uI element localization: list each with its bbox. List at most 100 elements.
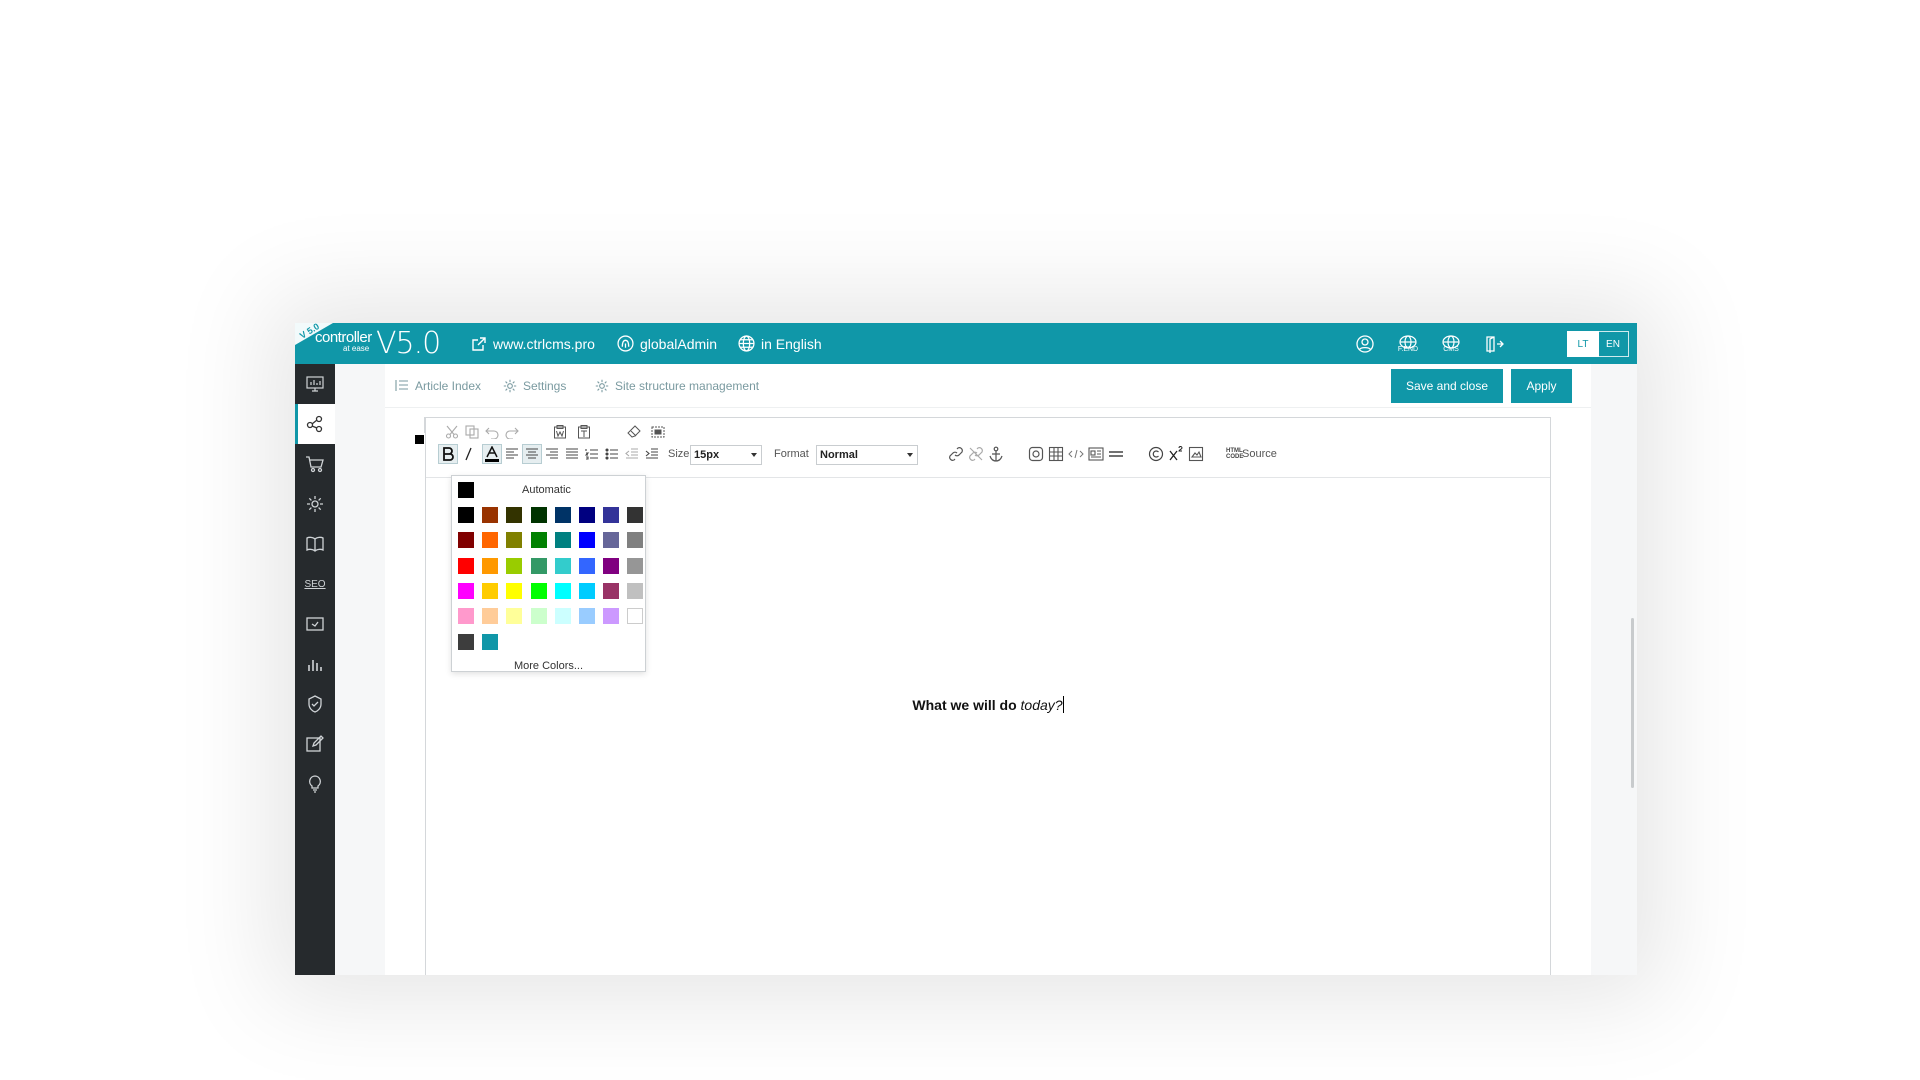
- site-link[interactable]: www.ctrlcms.pro: [471, 323, 595, 364]
- color-swatch[interactable]: [554, 507, 571, 523]
- color-swatch[interactable]: [458, 633, 474, 650]
- align-center-button[interactable]: [522, 444, 542, 464]
- italic-button[interactable]: [458, 444, 478, 464]
- sidebar-item-dashboard[interactable]: [295, 364, 335, 404]
- color-swatch[interactable]: [627, 608, 644, 625]
- unlink-button[interactable]: [966, 444, 986, 464]
- color-swatch[interactable]: [530, 507, 547, 523]
- color-swatch[interactable]: [482, 557, 499, 574]
- copy-button[interactable]: [462, 422, 482, 442]
- color-swatch[interactable]: [458, 557, 474, 574]
- color-swatch[interactable]: [603, 557, 620, 574]
- user-link[interactable]: globalAdmin: [617, 323, 717, 364]
- more-colors-link[interactable]: More Colors...: [452, 660, 645, 672]
- undo-button[interactable]: [482, 422, 502, 442]
- editor-drag-handle[interactable]: [415, 435, 424, 444]
- frontend-button[interactable]: F.END: [1395, 331, 1421, 357]
- color-swatch[interactable]: [554, 582, 571, 599]
- select-all-button[interactable]: [648, 422, 668, 442]
- sidebar-item-library[interactable]: [295, 524, 335, 564]
- color-swatch[interactable]: [627, 532, 644, 549]
- link-button[interactable]: [946, 444, 966, 464]
- color-swatch[interactable]: [579, 557, 595, 574]
- bold-button[interactable]: [438, 444, 458, 464]
- color-swatch[interactable]: [458, 507, 474, 523]
- sidebar-item-newsletter[interactable]: [295, 604, 335, 644]
- justify-button[interactable]: [562, 444, 582, 464]
- color-swatch[interactable]: [627, 557, 644, 574]
- text-color-button[interactable]: [482, 444, 502, 464]
- sidebar-item-editor[interactable]: [295, 724, 335, 764]
- sidebar-item-statistics[interactable]: [295, 644, 335, 684]
- sidebar-item-ideas[interactable]: [295, 764, 335, 804]
- color-swatch[interactable]: [530, 557, 547, 574]
- image-button[interactable]: [1026, 444, 1046, 464]
- color-swatch[interactable]: [458, 582, 474, 599]
- color-swatch[interactable]: [506, 532, 523, 549]
- color-swatch[interactable]: [603, 608, 620, 625]
- redo-button[interactable]: [502, 422, 522, 442]
- sidebar-item-settings[interactable]: [295, 484, 335, 524]
- color-swatch[interactable]: [603, 532, 620, 549]
- table-button[interactable]: [1046, 444, 1066, 464]
- document-paragraph[interactable]: What we will do today?: [426, 696, 1550, 713]
- scrollbar-thumb[interactable]: [1631, 618, 1634, 788]
- color-swatch[interactable]: [579, 582, 595, 599]
- superscript-button[interactable]: [1166, 444, 1186, 464]
- color-swatch[interactable]: [458, 608, 474, 625]
- color-swatch[interactable]: [554, 608, 571, 625]
- code-button[interactable]: [1066, 444, 1086, 464]
- outdent-button[interactable]: [622, 444, 642, 464]
- language-link[interactable]: in English: [738, 323, 822, 364]
- paste-text-button[interactable]: [574, 422, 594, 442]
- color-swatch[interactable]: [554, 557, 571, 574]
- color-swatch[interactable]: [579, 532, 595, 549]
- color-swatch[interactable]: [506, 582, 523, 599]
- remove-format-button[interactable]: [624, 422, 644, 442]
- bullet-list-button[interactable]: [602, 444, 622, 464]
- media-button[interactable]: [1186, 444, 1206, 464]
- save-and-close-button[interactable]: Save and close: [1391, 369, 1503, 403]
- sidebar-item-security[interactable]: [295, 684, 335, 724]
- color-swatch[interactable]: [627, 582, 644, 599]
- automatic-color-label[interactable]: Automatic: [522, 484, 571, 496]
- user-profile-button[interactable]: [1352, 331, 1378, 357]
- color-swatch[interactable]: [506, 557, 523, 574]
- language-en-button[interactable]: EN: [1597, 331, 1629, 357]
- cut-button[interactable]: [442, 422, 462, 442]
- color-swatch[interactable]: [603, 507, 620, 523]
- language-lt-button[interactable]: LT: [1567, 331, 1599, 357]
- tab-site-structure[interactable]: Site structure management: [595, 364, 759, 407]
- color-swatch[interactable]: [579, 608, 595, 625]
- format-select[interactable]: Normal: [816, 445, 918, 465]
- sidebar-item-shop[interactable]: [295, 444, 335, 484]
- color-swatch[interactable]: [458, 532, 474, 549]
- cms-button[interactable]: CMS: [1438, 331, 1464, 357]
- logout-button[interactable]: [1481, 331, 1507, 357]
- color-swatch[interactable]: [530, 608, 547, 625]
- sidebar-item-seo[interactable]: SEO: [295, 564, 335, 604]
- color-swatch[interactable]: [482, 507, 499, 523]
- color-swatch[interactable]: [603, 582, 620, 599]
- color-swatch[interactable]: [627, 507, 644, 523]
- vertical-scrollbar[interactable]: [1629, 618, 1637, 798]
- sidebar-item-structure[interactable]: [295, 404, 335, 444]
- tab-settings[interactable]: Settings: [503, 364, 566, 407]
- automatic-color-swatch[interactable]: [458, 482, 474, 498]
- color-swatch[interactable]: [482, 608, 499, 625]
- template-button[interactable]: [1086, 444, 1106, 464]
- color-swatch[interactable]: [482, 582, 499, 599]
- size-select[interactable]: 15px: [690, 445, 762, 465]
- color-swatch[interactable]: [579, 507, 595, 523]
- color-swatch[interactable]: [530, 532, 547, 549]
- apply-button[interactable]: Apply: [1511, 369, 1572, 403]
- numbered-list-button[interactable]: [582, 444, 602, 464]
- special-char-button[interactable]: [1146, 444, 1166, 464]
- horizontal-rule-button[interactable]: [1106, 444, 1126, 464]
- color-swatch[interactable]: [482, 633, 499, 650]
- color-swatch[interactable]: [506, 507, 523, 523]
- color-swatch[interactable]: [554, 532, 571, 549]
- color-swatch[interactable]: [530, 582, 547, 599]
- tab-article-index[interactable]: Article Index: [395, 364, 481, 407]
- paste-from-word-button[interactable]: [550, 422, 570, 442]
